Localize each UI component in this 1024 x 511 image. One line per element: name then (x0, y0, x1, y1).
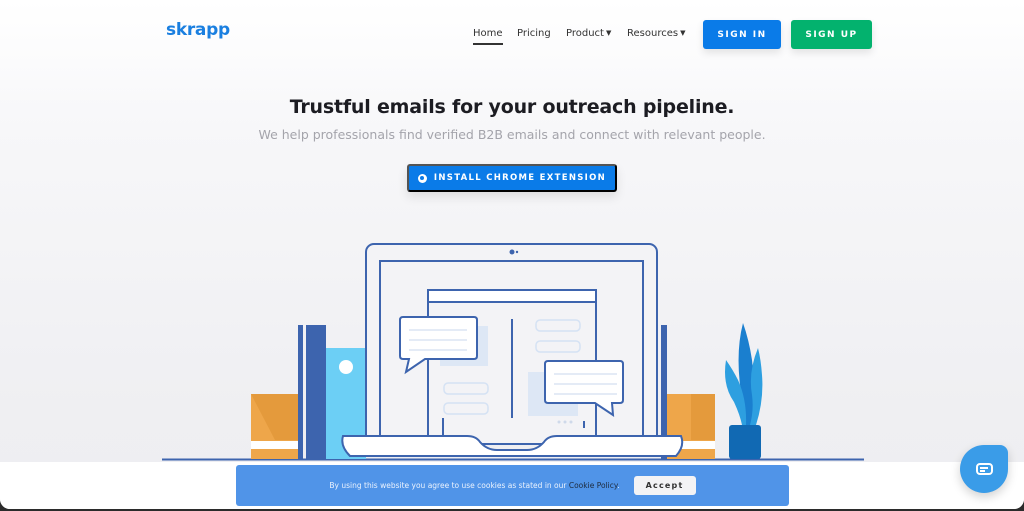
accept-cookies-button[interactable]: Accept (633, 476, 696, 495)
cookie-policy-link[interactable]: Cookie Policy (569, 481, 617, 490)
orange-box-left (251, 394, 299, 459)
chat-icon (975, 463, 993, 475)
plant (725, 323, 763, 459)
book-dot (339, 360, 353, 374)
page: skrapp Home Pricing Product ▼ Resources ▼ … (0, 0, 1024, 509)
cookie-text: By using this website you agree to use c… (329, 481, 569, 490)
cookie-consent-bar: By using this website you agree to use c… (236, 465, 789, 506)
book-navy (306, 325, 326, 459)
cookie-suffix: . (617, 481, 620, 490)
cookie-message: By using this website you agree to use c… (329, 481, 619, 490)
laptop (341, 243, 684, 457)
book-thin (298, 325, 303, 459)
hero-illustration (162, 243, 864, 461)
chat-widget-button[interactable] (960, 445, 1008, 493)
